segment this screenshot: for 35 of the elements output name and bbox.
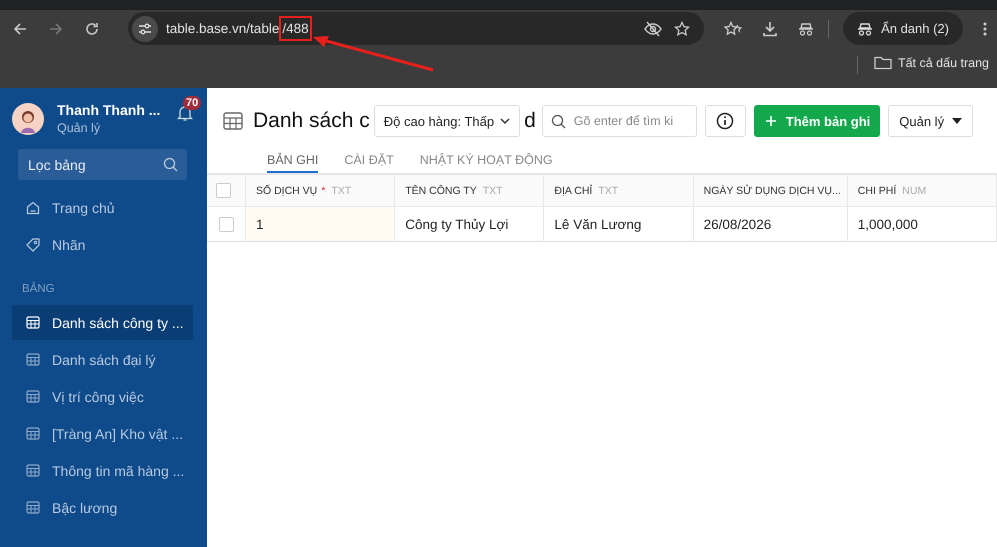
url-text: table.base.vn/table [166,21,280,36]
table-cell: 1 [246,207,396,242]
column-header[interactable]: NGÀY SỬ DỤNG DỊCH VỤ... [694,175,848,207]
user-name: Thanh Thanh ... [57,102,162,118]
table-item[interactable]: Vị trí công việc [12,379,193,414]
address-bar[interactable]: table.base.vn/table /488 [128,12,704,45]
column-header[interactable]: SỐ DỊCH VỤ * TXT [246,175,396,207]
highlighted-url-path: /488 [279,16,312,41]
table-item[interactable]: Danh sách đại lý [12,342,193,377]
table-cell: Lê Văn Lương [544,207,694,242]
filter-field[interactable]: Lọc bảng [18,149,187,180]
tab[interactable]: NHẬT KÝ HOẠT ĐỘNG [420,148,553,173]
user-role: Quản lý [57,121,102,135]
notification-badge: 70 [183,96,202,110]
bookmarks-folder[interactable]: Tất cả dấu trang [874,56,989,70]
table-cell: Công ty Thủy Lợi [395,207,544,242]
table-item[interactable]: Danh sách công ty ... [12,305,193,340]
section-title: BẢNG [22,283,56,295]
tab[interactable]: CÀI ĐẶT [344,148,394,173]
page-title: Danh sách c [253,109,370,133]
page-title: d [524,109,536,133]
nav-item[interactable]: Trang chủ [12,189,193,226]
table-cell: 1,000,000 [848,207,997,242]
search-field[interactable]: Gõ enter để tìm ki [542,105,697,137]
table-cell: 26/08/2026 [694,207,848,242]
nav-item[interactable]: Nhãn [12,226,193,263]
manage-dropdown[interactable]: Quản lý [888,105,974,137]
table-item[interactable]: Bậc lương [12,490,193,525]
column-header[interactable]: ĐỊA CHỈ TXT [544,175,694,207]
row-height-dropdown[interactable]: Độ cao hàng: Thấp [374,105,520,137]
profile-button[interactable]: Ẩn danh (2) [843,12,963,45]
column-header[interactable]: CHI PHÍ NUM [848,175,997,207]
table-item[interactable]: [Tràng An] Kho vật ... [12,416,193,451]
table-item[interactable]: Thông tin mã hàng ... [12,453,193,488]
column-header[interactable]: TÊN CÔNG TY TXT [395,175,544,207]
